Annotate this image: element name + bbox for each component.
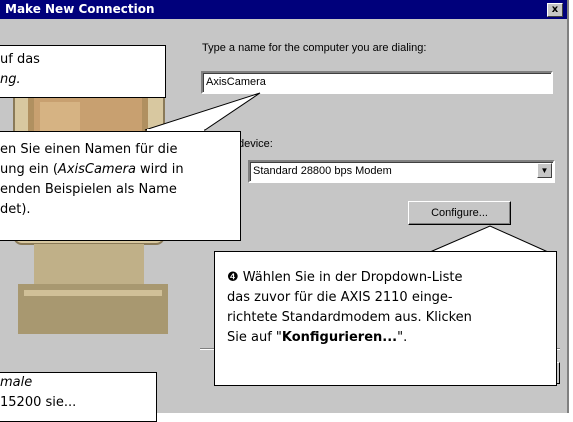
note-3-line-1: ❹ Wählen Sie in der Dropdown-Liste: [227, 270, 463, 285]
note-4-line-1: male: [0, 373, 156, 393]
note-4-italic: male: [0, 375, 33, 390]
note-2-line-2a: ung ein (: [0, 162, 58, 177]
note-1: uf das ng.: [0, 45, 166, 98]
note-3-line-4c: ".: [397, 330, 408, 345]
note-3-line-3: richtete Standardmodem aus. Klicken: [227, 310, 472, 325]
note-3: ❹ Wählen Sie in der Dropdown-Liste das z…: [214, 251, 557, 386]
note-2-line-3: enden Beispielen als Name: [0, 182, 177, 197]
note-2: en Sie einen Namen für die ung ein (Axis…: [0, 131, 241, 241]
note-4: male 15200 sie...: [0, 372, 157, 422]
note-1-line-2: ng.: [0, 70, 165, 90]
note-4-line-2: 15200 sie...: [0, 395, 77, 410]
note-1-line-1: uf das: [0, 52, 40, 67]
note-3-line-4a: Sie auf ": [227, 330, 282, 345]
note-2-line-2b: AxisCamera: [57, 162, 136, 177]
note-2-line-1: en Sie einen Namen für die: [0, 142, 178, 157]
note-2-line-2c: wird in: [135, 162, 184, 177]
note-3-bold: Konfigurieren...: [281, 330, 398, 345]
note-1-italic: ng.: [0, 72, 21, 87]
note-3-line-4: Sie auf "Konfigurieren...".: [227, 328, 556, 348]
note-2-line-2: ung ein (AxisCamera wird in: [0, 160, 240, 180]
note-2-line-4: det).: [0, 202, 31, 217]
note-3-line-2: das zuvor für die AXIS 2110 einge-: [227, 290, 453, 305]
